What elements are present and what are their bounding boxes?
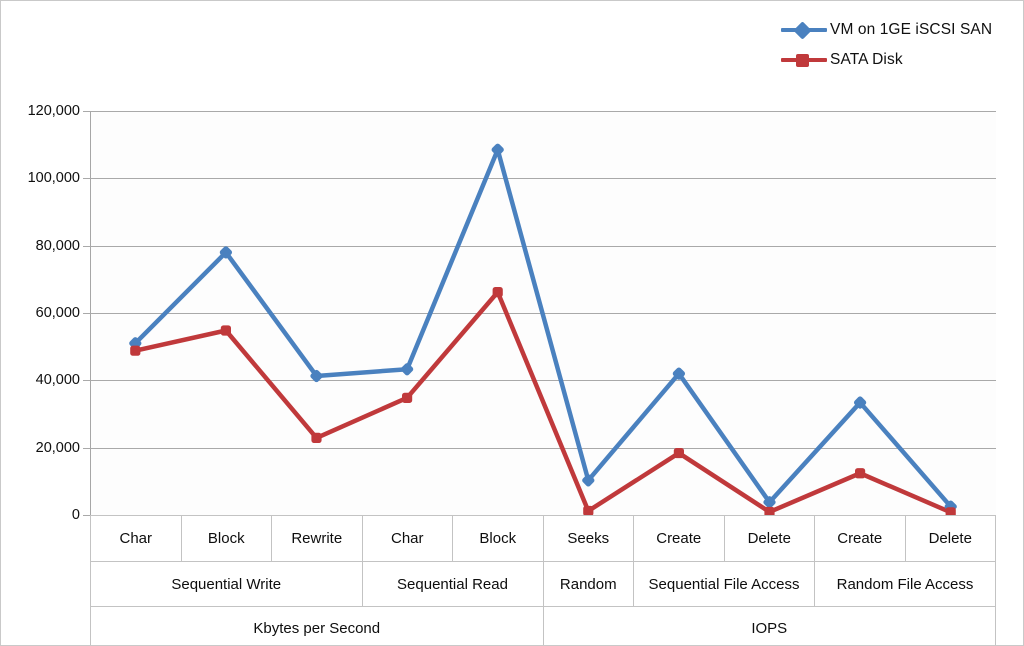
y-axis-tick-mark	[83, 245, 90, 247]
plot-area	[90, 111, 996, 518]
category-group-cell: Random	[542, 561, 634, 607]
y-axis-tick-mark	[83, 313, 90, 314]
category-leaf-cell: Block	[452, 515, 544, 562]
category-leaf-cell: Create	[633, 515, 725, 562]
data-point-marker	[672, 367, 686, 380]
legend-item-series-2: SATA Disk	[781, 45, 1011, 75]
chart-legend: VM on 1GE iSCSI SAN SATA Disk	[781, 15, 1011, 75]
data-point-marker	[673, 447, 685, 459]
data-series-layer	[129, 143, 957, 518]
category-leaf-row: Char Block Rewrite Char Block Seeks Create Dele…	[90, 515, 996, 562]
data-point-marker	[583, 505, 594, 517]
category-leaf-cell: Block	[180, 515, 272, 562]
legend-label-series-2: SATA Disk	[830, 51, 903, 68]
y-axis: 0 20,000 40,000 60,000 80,000 100,000 120,000	[1, 103, 90, 523]
y-axis-tick-label: 60,000	[35, 305, 80, 321]
legend-label-series-1: VM on 1GE iSCSI SAN	[830, 21, 993, 38]
y-axis-tick-label: 80,000	[35, 237, 80, 254]
y-axis-tick-mark	[83, 111, 90, 112]
data-point-marker	[130, 345, 141, 356]
y-axis-tick-label: 100,000	[27, 170, 80, 187]
series-line-1	[133, 147, 953, 509]
y-axis-tick-label: 40,000	[35, 372, 80, 389]
category-leaf-cell: Char	[90, 515, 182, 562]
y-axis-tick-mark	[83, 447, 90, 449]
category-group-cell: Sequential File Access	[633, 561, 815, 607]
data-point-marker	[491, 143, 504, 156]
data-point-marker	[311, 432, 322, 444]
category-unit-cell: IOPS	[542, 606, 996, 645]
category-leaf-cell: Char	[361, 515, 453, 562]
category-axis-table: Char Block Rewrite Char Block Seeks Create Dele…	[90, 515, 996, 645]
category-group-cell: Random File Access	[814, 561, 996, 607]
category-leaf-cell: Seeks	[542, 515, 634, 562]
category-unit-cell: Kbytes per Second	[90, 606, 544, 645]
data-point-marker	[492, 287, 503, 298]
square-marker-icon	[796, 54, 809, 67]
data-point-marker	[310, 369, 323, 383]
data-point-marker	[854, 468, 866, 479]
data-point-marker	[220, 325, 231, 336]
y-axis-tick-mark	[83, 380, 90, 382]
y-axis-tick-label: 120,000	[27, 103, 80, 119]
category-group-row: Sequential Write Sequential Read Random Seq…	[90, 561, 996, 607]
diamond-marker-icon	[793, 21, 812, 40]
category-leaf-cell: Delete	[723, 515, 815, 562]
y-axis-tick-mark	[83, 515, 90, 516]
y-axis-tick-mark	[83, 178, 90, 180]
data-point-marker	[582, 474, 595, 487]
series-line-2	[133, 289, 953, 515]
legend-item-series-1: VM on 1GE iSCSI SAN	[781, 15, 1011, 45]
category-group-cell: Sequential Read	[361, 561, 544, 607]
category-unit-row: Kbytes per Second IOPS	[90, 606, 996, 645]
category-leaf-cell: Delete	[904, 515, 996, 562]
data-point-marker	[763, 496, 776, 509]
y-axis-tick-label: 20,000	[35, 439, 80, 456]
data-point-marker	[402, 392, 413, 403]
legend-swatch-series-1	[781, 20, 827, 40]
category-group-cell: Sequential Write	[90, 561, 363, 607]
data-point-marker	[853, 396, 867, 409]
category-leaf-cell: Create	[814, 515, 906, 562]
legend-swatch-series-2	[781, 50, 827, 70]
y-axis-tick-label: 0	[71, 507, 80, 523]
chart-screenshot: VM on 1GE iSCSI SAN SATA Disk 0 20,000 40,…	[0, 0, 1024, 646]
category-leaf-cell: Rewrite	[271, 515, 363, 562]
data-point-marker	[219, 246, 233, 259]
data-point-marker	[400, 363, 414, 376]
